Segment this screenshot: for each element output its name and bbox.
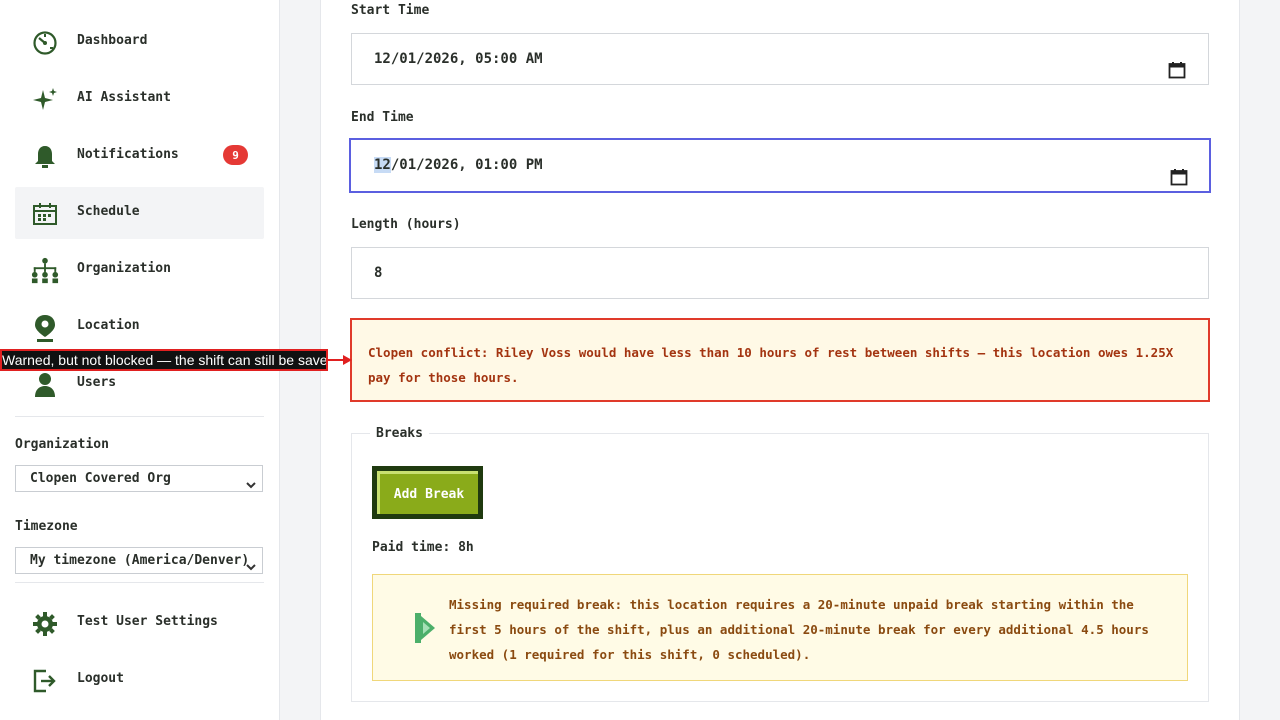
missing-break-warning: Missing required break: this location re… [372, 574, 1188, 681]
bell-icon [31, 143, 59, 171]
sidebar-item-dashboard[interactable]: Dashboard [15, 16, 264, 68]
sidebar-item-label: Notifications [77, 147, 179, 162]
logout-icon [31, 667, 59, 695]
end-time-selected-segment: 12 [374, 157, 391, 173]
sparkle-icon [31, 86, 59, 114]
sidebar-item-settings[interactable]: Test User Settings [15, 597, 264, 649]
timezone-select[interactable]: My timezone (America/Denver) [15, 547, 263, 574]
sidebar-item-label: Test User Settings [77, 614, 218, 629]
notification-count-badge: 9 [223, 145, 248, 165]
add-break-label: Add Break [377, 471, 478, 514]
add-break-button[interactable]: Add Break [372, 466, 483, 519]
length-label: Length (hours) [351, 217, 461, 232]
sidebar-divider [15, 582, 264, 583]
sidebar-item-label: Users [77, 375, 117, 390]
start-time-value: 12/01/2026, 05:00 AM [374, 51, 543, 67]
start-time-label: Start Time [351, 3, 430, 18]
organization-label: Organization [15, 437, 109, 452]
sidebar-item-organization[interactable]: Organization [15, 244, 264, 296]
sidebar-item-location[interactable]: Location [15, 301, 264, 353]
dashboard-icon [31, 29, 59, 57]
timezone-label: Timezone [15, 519, 78, 534]
location-pin-icon [31, 314, 59, 342]
sidebar-item-ai-assistant[interactable]: AI Assistant [15, 73, 264, 125]
calendar-icon [31, 200, 59, 228]
end-time-input[interactable]: 12/01/2026, 01:00 PM [349, 138, 1211, 193]
gear-icon [31, 610, 59, 638]
sidebar-item-label: Logout [77, 671, 124, 686]
sidebar-divider [15, 416, 264, 417]
annotation-arrow-icon [327, 355, 352, 365]
end-time-label: End Time [351, 110, 414, 125]
annotation-callout-text: Warned, but not blocked — the shift can … [2, 352, 328, 368]
clopen-conflict-error: Clopen conflict: Riley Voss would have l… [350, 318, 1210, 402]
clopen-conflict-text: Clopen conflict: Riley Voss would have l… [368, 345, 1174, 385]
user-icon [31, 371, 59, 399]
length-input[interactable]: 8 [351, 247, 1209, 299]
sidebar-item-label: Location [77, 318, 140, 333]
chevron-down-icon [246, 556, 256, 571]
sidebar-item-label: Organization [77, 261, 171, 276]
paid-time-text: Paid time: 8h [372, 540, 474, 555]
calendar-picker-icon[interactable] [1168, 50, 1186, 79]
start-time-input[interactable]: 12/01/2026, 05:00 AM [351, 33, 1209, 85]
timezone-select-value: My timezone (America/Denver) [30, 553, 250, 568]
org-chart-icon [31, 257, 59, 285]
organization-select[interactable]: Clopen Covered Org [15, 465, 263, 492]
annotation-callout: Warned, but not blocked — the shift can … [0, 349, 328, 371]
breaks-legend: Breaks [370, 426, 429, 441]
sidebar-item-notifications[interactable]: Notifications 9 [15, 130, 264, 182]
length-value: 8 [374, 265, 383, 281]
end-time-value: /01/2026, 01:00 PM [390, 157, 543, 173]
play-arrow-icon [414, 612, 436, 644]
calendar-picker-icon[interactable] [1170, 157, 1188, 186]
sidebar-item-schedule[interactable]: Schedule [15, 187, 264, 239]
organization-select-value: Clopen Covered Org [30, 471, 171, 486]
sidebar-item-label: Schedule [77, 204, 140, 219]
chevron-down-icon [246, 474, 256, 489]
sidebar-item-logout[interactable]: Logout [15, 654, 264, 706]
sidebar-item-label: Dashboard [77, 33, 148, 48]
missing-break-text: Missing required break: this location re… [449, 597, 1149, 662]
sidebar-item-label: AI Assistant [77, 90, 171, 105]
